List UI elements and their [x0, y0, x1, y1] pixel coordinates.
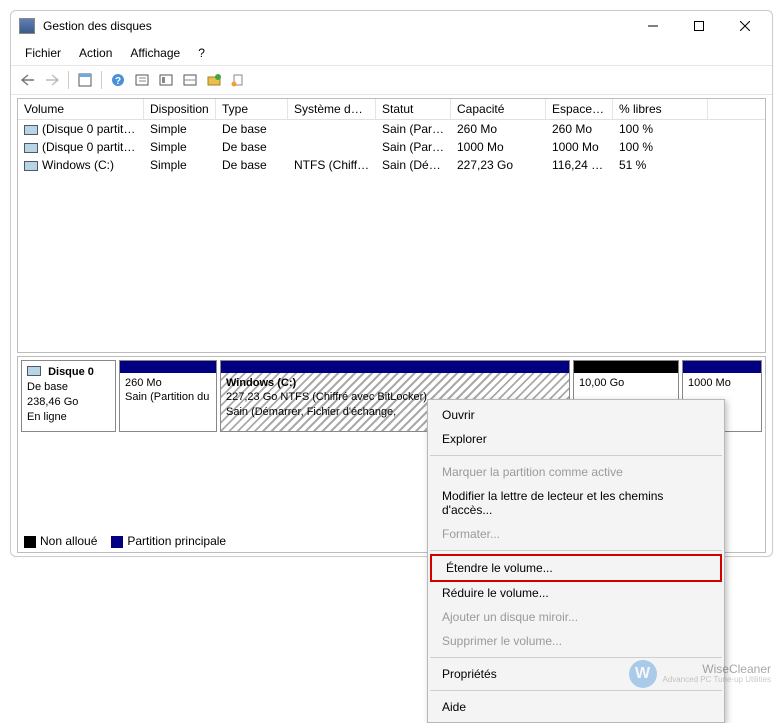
context-menu-separator — [430, 690, 722, 691]
context-menu-item[interactable]: Modifier la lettre de lecteur et les che… — [428, 484, 724, 522]
toolbar-icon-2[interactable] — [155, 69, 177, 91]
th-volume[interactable]: Volume — [18, 99, 144, 119]
context-menu-separator — [430, 657, 722, 658]
legend-unallocated: Non alloué — [40, 534, 97, 548]
disk-size: 238,46 Go — [27, 396, 78, 408]
th-capacity[interactable]: Capacité — [451, 99, 546, 119]
th-type[interactable]: Type — [216, 99, 288, 119]
partition-title: Windows (C:) — [226, 376, 564, 390]
toolbar: ? — [11, 65, 772, 95]
window-controls — [630, 11, 768, 41]
partition-status: Sain (Partition du — [125, 390, 211, 404]
th-free[interactable]: Espace li... — [546, 99, 613, 119]
volume-icon — [24, 161, 38, 171]
watermark-sub: Advanced PC Tune-up Utilities — [663, 676, 772, 685]
watermark-icon: W — [629, 660, 657, 688]
volume-icon — [24, 125, 38, 135]
context-menu-item: Ajouter un disque miroir... — [428, 605, 724, 629]
context-menu-item: Formater... — [428, 522, 724, 546]
back-button[interactable] — [17, 69, 39, 91]
table-row[interactable]: (Disque 0 partition...SimpleDe baseSain … — [18, 120, 765, 138]
table-row[interactable]: (Disque 0 partition...SimpleDe baseSain … — [18, 138, 765, 156]
menu-view[interactable]: Affichage — [122, 43, 188, 63]
legend-primary: Partition principale — [127, 534, 226, 548]
th-system[interactable]: Système de ... — [288, 99, 376, 119]
context-menu-separator — [430, 455, 722, 456]
context-menu-item[interactable]: Ouvrir — [428, 403, 724, 427]
toolbar-icon-5[interactable] — [227, 69, 249, 91]
volume-list: Volume Disposition Type Système de ... S… — [17, 98, 766, 353]
help-icon[interactable]: ? — [107, 69, 129, 91]
context-menu-item[interactable]: Explorer — [428, 427, 724, 451]
volume-icon — [24, 143, 38, 153]
context-menu-item[interactable]: Réduire le volume... — [428, 581, 724, 605]
disk-name: Disque 0 — [48, 366, 94, 378]
table-header: Volume Disposition Type Système de ... S… — [18, 99, 765, 120]
context-menu-item: Marquer la partition comme active — [428, 460, 724, 484]
watermark: W WiseCleaner Advanced PC Tune-up Utilit… — [629, 660, 772, 688]
toolbar-icon-3[interactable] — [179, 69, 201, 91]
disk-info-panel[interactable]: Disque 0 De base 238,46 Go En ligne — [21, 360, 116, 432]
partition-size: 1000 Mo — [688, 376, 756, 390]
context-menu-separator — [430, 550, 722, 551]
window-title: Gestion des disques — [43, 19, 630, 33]
th-status[interactable]: Statut — [376, 99, 451, 119]
th-disposition[interactable]: Disposition — [144, 99, 216, 119]
titlebar: Gestion des disques — [11, 11, 772, 41]
menu-action[interactable]: Action — [71, 43, 120, 63]
menu-help[interactable]: ? — [190, 43, 213, 63]
context-menu-item[interactable]: Aide — [428, 695, 724, 719]
toolbar-icon-4[interactable] — [203, 69, 225, 91]
disk-status: En ligne — [27, 411, 67, 423]
minimize-button[interactable] — [630, 11, 676, 41]
partition-size: 10,00 Go — [579, 376, 673, 390]
svg-text:?: ? — [115, 76, 121, 87]
legend-unallocated-swatch — [24, 536, 36, 548]
forward-button[interactable] — [41, 69, 63, 91]
disk-icon — [27, 366, 41, 376]
menubar: Fichier Action Affichage ? — [11, 41, 772, 65]
maximize-button[interactable] — [676, 11, 722, 41]
menu-file[interactable]: Fichier — [17, 43, 69, 63]
th-percent[interactable]: % libres — [613, 99, 708, 119]
toolbar-view-icon[interactable] — [74, 69, 96, 91]
context-menu-item: Supprimer le volume... — [428, 629, 724, 653]
context-menu-item[interactable]: Étendre le volume... — [430, 554, 722, 582]
close-button[interactable] — [722, 11, 768, 41]
partition-box[interactable]: 260 MoSain (Partition du — [119, 360, 217, 432]
legend: Non alloué Partition principale — [24, 534, 226, 548]
disk-type: De base — [27, 381, 68, 393]
table-row[interactable]: Windows (C:)SimpleDe baseNTFS (Chiffr...… — [18, 156, 765, 174]
partition-size: 260 Mo — [125, 376, 211, 390]
toolbar-icon-1[interactable] — [131, 69, 153, 91]
legend-primary-swatch — [111, 536, 123, 548]
app-icon — [19, 18, 35, 34]
